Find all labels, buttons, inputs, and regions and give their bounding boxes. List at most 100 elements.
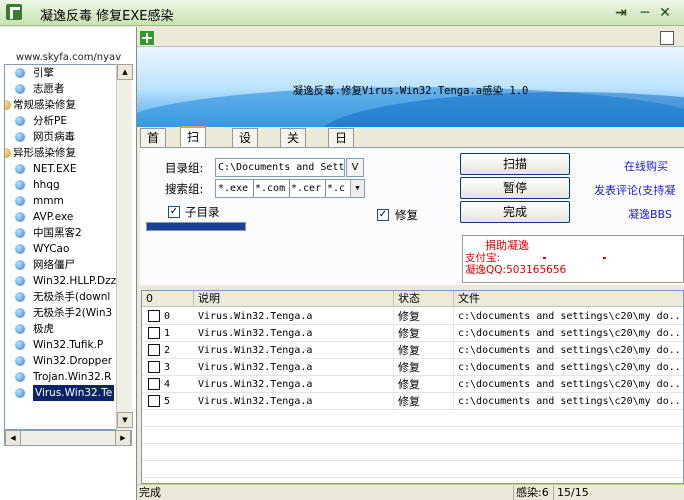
tree-item[interactable]: NET.EXE (5, 161, 131, 177)
virus-bullet-icon (15, 180, 25, 190)
row-checkbox[interactable] (148, 395, 160, 407)
site-url[interactable]: www.skyfa.com/nyav (0, 52, 137, 63)
scroll-up-icon[interactable]: ▲ (117, 64, 133, 80)
chevron-down-icon[interactable]: ▼ (350, 180, 364, 197)
grid-line (142, 426, 683, 427)
table-row[interactable]: 2 Virus.Win32.Tenga.a 修复 c:\documents and s… (142, 342, 683, 359)
tree-item[interactable]: 常规感染修复 (5, 97, 131, 113)
virus-bullet-icon (15, 132, 25, 142)
tree-item[interactable]: 志愿者 (5, 81, 131, 97)
row-checkbox[interactable] (148, 378, 160, 390)
tree-vertical-scrollbar[interactable]: ▲ ▼ (116, 64, 133, 430)
pause-button[interactable]: 暂停 (460, 177, 570, 199)
grid-line (142, 460, 683, 461)
restore-icon[interactable] (660, 31, 674, 45)
row-file: c:\documents and settings\c20\my do... (454, 359, 683, 376)
grid-line (142, 375, 683, 376)
pin-button[interactable]: ⇥ (612, 4, 630, 22)
tree-item[interactable]: Win32.Dropper (5, 353, 131, 369)
table-row[interactable]: 0 Virus.Win32.Tenga.a 修复 c:\documents and s… (142, 308, 683, 325)
folder-bullet-icon (5, 148, 11, 158)
tree-item[interactable]: hhqg (5, 177, 131, 193)
col-description[interactable]: 说明 (194, 291, 394, 307)
row-file: c:\documents and settings\c20\my do... (454, 325, 683, 342)
row-status: 修复 (394, 376, 454, 393)
scroll-right-icon[interactable]: ▶ (115, 430, 131, 446)
tree-item-label: Win32.Tufik.P (33, 339, 104, 351)
row-checkbox[interactable] (148, 327, 160, 339)
plus-icon[interactable] (140, 31, 154, 45)
col-file[interactable]: 文件 (454, 291, 683, 307)
row-checkbox[interactable] (148, 361, 160, 373)
tree-item[interactable]: 中国黑客2 (5, 225, 131, 241)
row-status: 修复 (394, 342, 454, 359)
list-header: 0 说明 状态 文件 (142, 291, 683, 307)
virus-bullet-icon (15, 164, 25, 174)
subdir-checkbox[interactable]: ✓ (168, 206, 180, 218)
search-ext-combo[interactable]: *.exe *.com *.cer *.c ▼ (215, 179, 365, 198)
tab-home[interactable]: 首页 (140, 128, 167, 163)
tree-item[interactable]: 网页病毒 (5, 129, 131, 145)
virus-bullet-icon (15, 244, 25, 254)
tree-item[interactable]: Virus.Win32.Te (5, 385, 131, 401)
scroll-down-icon[interactable]: ▼ (117, 412, 133, 428)
tree-item[interactable]: 分析PE (5, 113, 131, 129)
tree-item-label: 分析PE (33, 115, 67, 127)
row-checkbox[interactable] (148, 310, 160, 322)
tree-item[interactable]: 无极杀手2(Win3 (5, 305, 131, 321)
tree-item[interactable]: AVP.exe (5, 209, 131, 225)
result-list[interactable]: 0 说明 状态 文件 0 Virus.Win32.Tenga.a 修复 c:\docu… (141, 290, 684, 484)
bbs-link[interactable]: 凝逸BBS (628, 206, 672, 222)
row-description: Virus.Win32.Tenga.a (194, 308, 394, 325)
tree-item[interactable]: Win32.Tufik.P (5, 337, 131, 353)
table-row[interactable]: 3 Virus.Win32.Tenga.a 修复 c:\documents and s… (142, 359, 683, 376)
tree-item[interactable]: 极虎 (5, 321, 131, 337)
tab-about[interactable]: 关于 (280, 128, 307, 163)
dir-input[interactable]: C:\Documents and Sett (215, 158, 345, 177)
row-index: 3 (164, 362, 171, 373)
scan-button[interactable]: 扫描 (460, 153, 570, 175)
table-row[interactable]: 5 Virus.Win32.Tenga.a 修复 c:\documents and s… (142, 393, 683, 410)
row-index: 4 (164, 379, 171, 390)
col-index[interactable]: 0 (142, 291, 194, 307)
table-row[interactable]: 4 Virus.Win32.Tenga.a 修复 c:\documents and s… (142, 376, 683, 393)
repair-checkbox[interactable]: ✓ (377, 209, 389, 221)
tree-item-label: 异形感染修复 (13, 147, 76, 159)
tree-item-label: 常规感染修复 (13, 99, 76, 111)
progress-fill (147, 223, 245, 230)
virus-bullet-icon (15, 308, 25, 318)
dir-browse-button[interactable]: V (346, 158, 364, 177)
tree-item[interactable]: mmm (5, 193, 131, 209)
tab-settings[interactable]: 设置 (232, 128, 259, 163)
tree-item-label: mmm (33, 195, 64, 207)
buy-online-link[interactable]: 在线购买 (624, 158, 668, 174)
tab-log[interactable]: 日记 (328, 128, 355, 163)
tree-item[interactable]: Win32.HLLP.Dzz (5, 273, 131, 289)
tree-horizontal-scrollbar[interactable]: ◀ ▶ (4, 430, 132, 446)
scroll-left-icon[interactable]: ◀ (5, 430, 21, 446)
row-index: 1 (164, 328, 171, 339)
tree-item[interactable]: WYCao (5, 241, 131, 257)
tree-item-label: AVP.exe (33, 211, 74, 223)
minimize-button[interactable]: ─ (636, 4, 654, 22)
file-count: 15/15 (553, 486, 589, 500)
row-status: 修复 (394, 393, 454, 410)
row-checkbox[interactable] (148, 344, 160, 356)
close-button[interactable]: ✕ (656, 4, 674, 22)
tree-item[interactable]: 无极杀手(downl (5, 289, 131, 305)
tree-item[interactable]: 异形感染修复 (5, 145, 131, 161)
col-status[interactable]: 状态 (394, 291, 454, 307)
comment-link[interactable]: 发表评论(支持凝 (594, 182, 675, 198)
table-row[interactable]: 1 Virus.Win32.Tenga.a 修复 c:\documents and s… (142, 325, 683, 342)
tree-item[interactable]: 引擎 (5, 65, 131, 81)
grid-line (142, 409, 683, 410)
row-index: 0 (164, 311, 171, 322)
done-button[interactable]: 完成 (460, 201, 570, 223)
infected-count: 感染:6 (513, 486, 549, 500)
row-file: c:\documents and settings\c20\my do... (454, 393, 683, 410)
virus-tree[interactable]: 引擎 志愿者常规感染修复分析PE 网页病毒异形感染修复 NET.EXE hhqg mmm A… (4, 64, 132, 430)
tree-item[interactable]: Trojan.Win32.R (5, 369, 131, 385)
tree-item[interactable]: 网络僵尸 (5, 257, 131, 273)
row-description: Virus.Win32.Tenga.a (194, 359, 394, 376)
tab-scan[interactable]: 扫描 (180, 126, 207, 162)
